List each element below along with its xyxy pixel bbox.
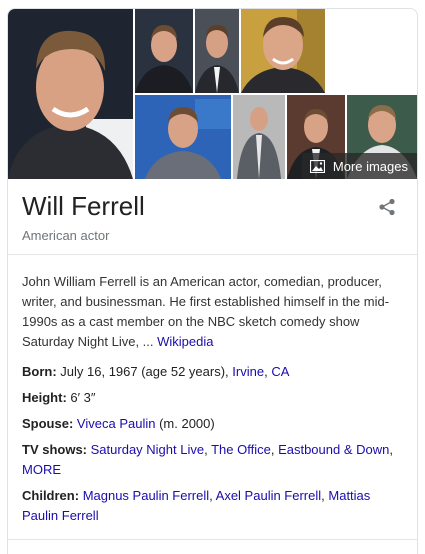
image-icon bbox=[309, 159, 325, 173]
child-link[interactable]: Magnus Paulin Ferrell bbox=[83, 488, 209, 503]
facts-list: Born: July 16, 1967 (age 52 years), Irvi… bbox=[22, 362, 407, 532]
share-icon[interactable] bbox=[378, 198, 396, 216]
entity-name: Will Ferrell bbox=[22, 191, 145, 221]
fact-label: TV shows: bbox=[22, 442, 88, 457]
birthplace-state-link[interactable]: CA bbox=[271, 364, 289, 379]
knowledge-panel: More images Will Ferrell American actor … bbox=[7, 8, 418, 554]
fact-born: Born: July 16, 1967 (age 52 years), Irvi… bbox=[22, 364, 290, 379]
description: John William Ferrell is an American acto… bbox=[22, 272, 402, 352]
tv-show-link[interactable]: The Office bbox=[211, 442, 271, 457]
spouse-link[interactable]: Viveca Paulin bbox=[77, 416, 156, 431]
fact-label: Spouse: bbox=[22, 416, 74, 431]
fact-label: Born: bbox=[22, 364, 57, 379]
entity-subtitle: American actor bbox=[22, 228, 110, 243]
fact-tv-shows: TV shows: Saturday Night Live, The Offic… bbox=[22, 442, 393, 477]
fact-height: Height: 6′ 3″ bbox=[22, 390, 96, 405]
image-gallery: More images bbox=[8, 9, 417, 179]
photo-5[interactable] bbox=[135, 95, 231, 179]
photo-4[interactable] bbox=[241, 9, 325, 93]
more-tv-shows-link[interactable]: MORE bbox=[22, 462, 61, 477]
fact-label: Height: bbox=[22, 390, 67, 405]
tv-show-link[interactable]: Saturday Night Live bbox=[91, 442, 204, 457]
divider bbox=[8, 539, 417, 540]
title-block: Will Ferrell American actor bbox=[22, 190, 145, 243]
photo-main-portrait[interactable] bbox=[8, 9, 133, 179]
child-link[interactable]: Axel Paulin Ferrell bbox=[216, 488, 322, 503]
tv-show-link[interactable]: Eastbound & Down bbox=[278, 442, 389, 457]
fact-label: Children: bbox=[22, 488, 80, 503]
photo-6[interactable] bbox=[233, 95, 285, 179]
photo-2[interactable] bbox=[135, 9, 193, 93]
fact-spouse: Spouse: Viveca Paulin (m. 2000) bbox=[22, 416, 215, 431]
birthplace-city-link[interactable]: Irvine bbox=[232, 364, 264, 379]
more-images-button[interactable]: More images bbox=[301, 153, 417, 179]
fact-children: Children: Magnus Paulin Ferrell, Axel Pa… bbox=[22, 488, 371, 523]
divider bbox=[8, 254, 417, 255]
photo-3[interactable] bbox=[195, 9, 239, 93]
more-images-label: More images bbox=[332, 158, 408, 174]
wikipedia-link[interactable]: Wikipedia bbox=[157, 334, 213, 349]
